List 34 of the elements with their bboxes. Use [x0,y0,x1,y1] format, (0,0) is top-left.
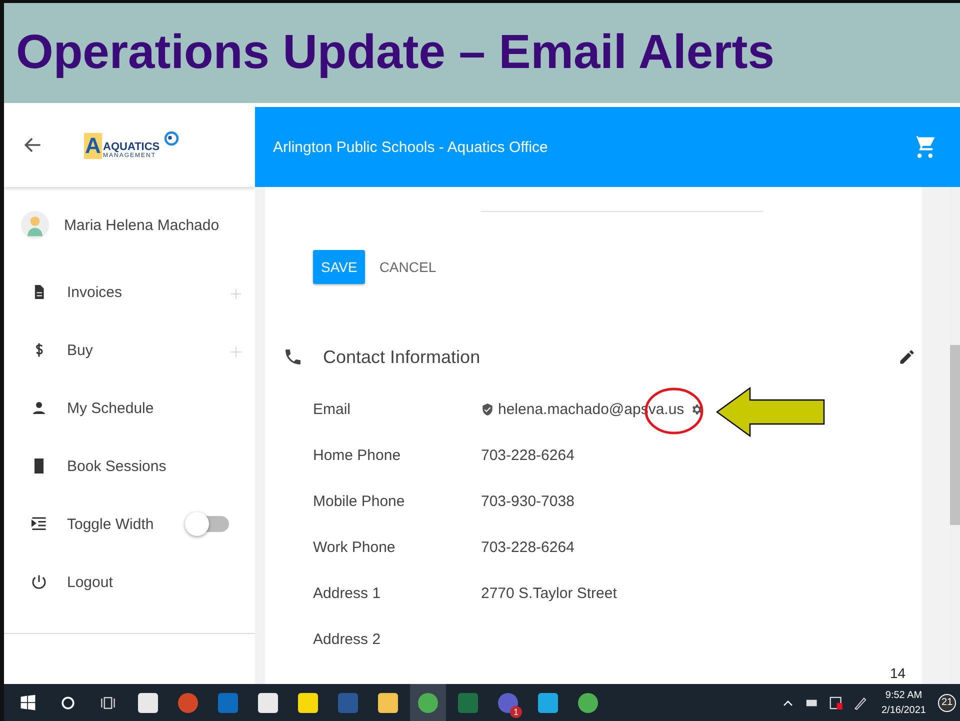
sidebar-item[interactable]: Invoices [4,263,255,321]
sidebar-item[interactable]: Toggle Width [4,495,255,553]
field-value: 703-228-6264 [481,538,574,556]
field-value: 2770 S.Taylor Street [481,584,617,602]
field-label: Work Phone [313,538,396,556]
field-label: Email [313,400,352,418]
power-icon [30,573,48,591]
field-label: Address 1 [313,584,382,602]
field-label: Home Phone [313,446,402,464]
settings-icon[interactable] [690,402,704,416]
section-title: Contact Information [323,346,482,368]
sidebar-item[interactable]: Logout [4,553,255,611]
sidebar-item[interactable]: My Schedule [4,379,255,437]
pen-icon[interactable] [852,694,868,710]
slide-title: Operations Update – Email Alerts [16,29,774,77]
sidebar-item[interactable]: Buy [4,321,255,379]
cancel-button[interactable]: CANCEL [371,250,444,284]
notification-badge: 1 [510,706,522,718]
field-value: 703-930-7038 [481,492,574,510]
field-label: Mobile Phone [313,492,406,510]
phone-icon [283,347,303,367]
person-icon [30,399,48,417]
field-value: 703-228-6264 [481,446,574,464]
field-label: Address 2 [313,630,382,648]
edit-icon[interactable] [898,348,916,366]
app-title: Arlington Public Schools - Aquatics Office [273,138,548,156]
notification-button[interactable]: 21 [938,694,956,712]
slide-number: 14 [890,665,906,681]
security-alert-icon[interactable] [828,694,844,710]
indent-icon [30,515,48,533]
avatar-icon [20,210,50,240]
profile-name: Maria Helena Machado [64,216,220,234]
sidebar-item[interactable]: Book Sessions [4,437,255,495]
taskbar-clock[interactable]: 9:52 AM 2/16/2021 [874,688,934,718]
